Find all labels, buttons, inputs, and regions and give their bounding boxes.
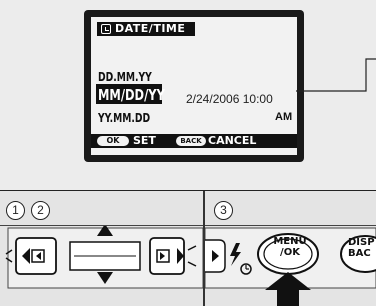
screen-title: DATE/TIME	[115, 22, 186, 35]
step-2-badge: 2	[31, 201, 50, 220]
format-option-yy-mm-dd[interactable]: YY.MM.DD	[98, 111, 150, 125]
format-option-mm-dd-yy[interactable]: MM/DD/YY	[98, 86, 165, 104]
ok-chip: OK	[97, 136, 129, 146]
calendar-clock-icon	[101, 24, 111, 34]
menu-ok-label-line1: MENU	[273, 236, 307, 247]
callout-line	[296, 58, 376, 92]
four-way-selector[interactable]	[0, 226, 203, 306]
back-chip: BACK	[176, 136, 206, 146]
format-option-dd-mm-yy[interactable]: DD.MM.YY	[98, 70, 152, 84]
am-pm-indicator: AM	[275, 111, 293, 123]
disp-back-label: DISP BAC	[348, 237, 376, 259]
step-3-badge: 3	[214, 201, 233, 220]
disp-back-label-line1: DISP	[348, 237, 375, 248]
date-time-value: 2/24/2006 10:00	[186, 92, 273, 106]
right-button[interactable]	[149, 237, 185, 275]
menu-ok-label: MENU /OK	[272, 236, 308, 258]
disp-back-label-line2: BAC	[348, 248, 371, 259]
step-1-badge: 1	[6, 201, 25, 220]
menu-ok-label-line2: /OK	[280, 247, 300, 258]
cancel-label: CANCEL	[208, 134, 257, 147]
left-button[interactable]	[15, 237, 57, 275]
set-label: SET	[133, 134, 156, 147]
